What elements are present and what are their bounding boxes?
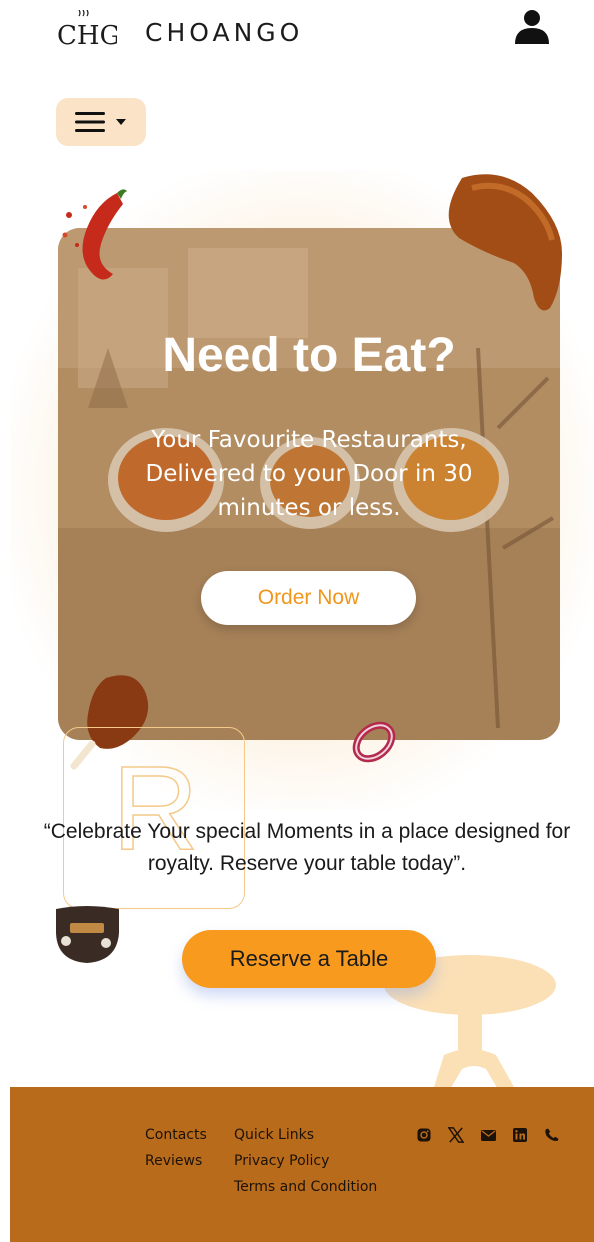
logo-icon[interactable]: CHG: [57, 10, 117, 50]
hero-title: Need to Eat?: [162, 329, 456, 382]
phone-icon[interactable]: [544, 1127, 560, 1143]
footer-link-reviews[interactable]: Reviews: [145, 1153, 207, 1169]
logo-text: CHG: [57, 21, 117, 50]
order-now-button[interactable]: Order Now: [201, 571, 416, 625]
footer-link-quick-links[interactable]: Quick Links: [234, 1127, 377, 1143]
x-twitter-icon[interactable]: [448, 1127, 464, 1143]
brand-name: CHOANGO: [145, 18, 304, 47]
table-setting-thumbnail: [56, 906, 119, 963]
linkedin-icon[interactable]: [512, 1127, 528, 1143]
menu-toggle-button[interactable]: [56, 98, 146, 146]
reservation-quote: “Celebrate Your special Moments in a pla…: [43, 820, 571, 875]
footer-link-terms[interactable]: Terms and Condition: [234, 1179, 377, 1195]
footer-column-contacts: Contacts Reviews: [145, 1127, 207, 1169]
caret-down-icon: [116, 119, 126, 125]
chicken-wing-image: [448, 174, 562, 311]
footer-social-icons: [416, 1127, 560, 1143]
mail-icon[interactable]: [480, 1127, 496, 1143]
hamburger-menu-icon: [75, 112, 105, 132]
reserve-table-button[interactable]: Reserve a Table: [182, 930, 436, 988]
hero-subtitle: Your Favourite Restaurants, Delivered to…: [145, 427, 473, 521]
instagram-icon[interactable]: [416, 1127, 432, 1143]
footer: Contacts Reviews Quick Links Privacy Pol…: [10, 1087, 594, 1242]
footer-link-privacy-policy[interactable]: Privacy Policy: [234, 1153, 377, 1169]
onion-ring-image: [352, 721, 396, 763]
header: CHG CHOANGO: [0, 0, 594, 70]
footer-link-contacts[interactable]: Contacts: [145, 1127, 207, 1143]
user-profile-icon[interactable]: [512, 8, 552, 48]
footer-column-links: Quick Links Privacy Policy Terms and Con…: [234, 1127, 377, 1195]
chili-pepper-image: [62, 189, 127, 280]
